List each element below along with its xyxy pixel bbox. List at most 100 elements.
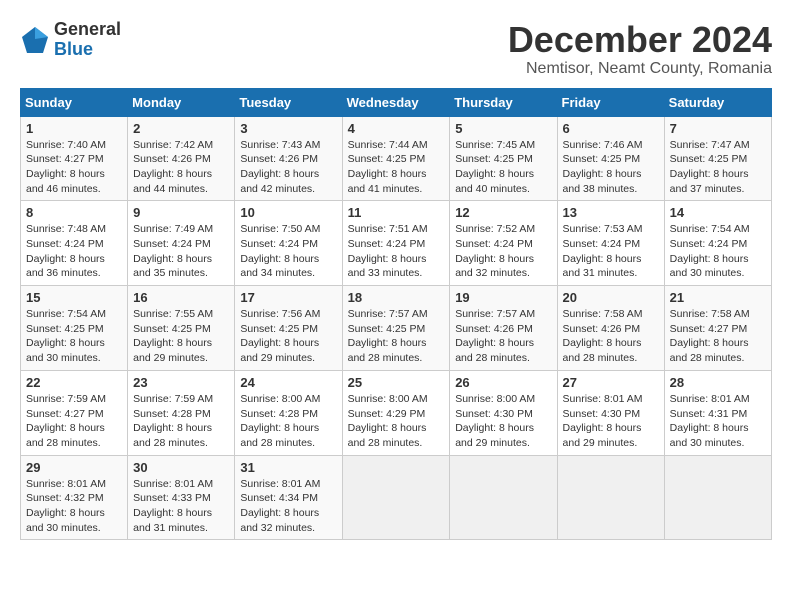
day-number: 31 [240, 460, 336, 475]
day-info: Sunrise: 7:51 AMSunset: 4:24 PMDaylight:… [348, 223, 428, 279]
day-info: Sunrise: 8:01 AMSunset: 4:31 PMDaylight:… [670, 393, 750, 449]
calendar-day-cell: 8 Sunrise: 7:48 AMSunset: 4:24 PMDayligh… [21, 201, 128, 286]
day-number: 28 [670, 375, 766, 390]
day-info: Sunrise: 8:01 AMSunset: 4:30 PMDaylight:… [563, 393, 643, 449]
calendar-day-cell [342, 455, 450, 540]
calendar-day-cell: 30 Sunrise: 8:01 AMSunset: 4:33 PMDaylig… [128, 455, 235, 540]
day-info: Sunrise: 7:54 AMSunset: 4:25 PMDaylight:… [26, 308, 106, 364]
day-number: 25 [348, 375, 445, 390]
day-number: 11 [348, 205, 445, 220]
day-info: Sunrise: 7:52 AMSunset: 4:24 PMDaylight:… [455, 223, 535, 279]
day-number: 2 [133, 121, 229, 136]
day-info: Sunrise: 7:49 AMSunset: 4:24 PMDaylight:… [133, 223, 213, 279]
calendar-day-cell: 14 Sunrise: 7:54 AMSunset: 4:24 PMDaylig… [664, 201, 771, 286]
day-info: Sunrise: 7:54 AMSunset: 4:24 PMDaylight:… [670, 223, 750, 279]
calendar-day-cell: 22 Sunrise: 7:59 AMSunset: 4:27 PMDaylig… [21, 370, 128, 455]
title-block: December 2024 Nemtisor, Neamt County, Ro… [508, 20, 772, 78]
day-info: Sunrise: 7:55 AMSunset: 4:25 PMDaylight:… [133, 308, 213, 364]
day-number: 3 [240, 121, 336, 136]
day-number: 6 [563, 121, 659, 136]
calendar-day-cell: 12 Sunrise: 7:52 AMSunset: 4:24 PMDaylig… [450, 201, 557, 286]
calendar-day-cell: 29 Sunrise: 8:01 AMSunset: 4:32 PMDaylig… [21, 455, 128, 540]
logo-blue-text: Blue [54, 40, 121, 60]
calendar-week-row: 22 Sunrise: 7:59 AMSunset: 4:27 PMDaylig… [21, 370, 772, 455]
day-info: Sunrise: 7:46 AMSunset: 4:25 PMDaylight:… [563, 139, 643, 195]
calendar-day-cell: 9 Sunrise: 7:49 AMSunset: 4:24 PMDayligh… [128, 201, 235, 286]
day-number: 4 [348, 121, 445, 136]
calendar-day-cell: 27 Sunrise: 8:01 AMSunset: 4:30 PMDaylig… [557, 370, 664, 455]
logo-general-text: General [54, 20, 121, 40]
calendar-day-cell: 18 Sunrise: 7:57 AMSunset: 4:25 PMDaylig… [342, 286, 450, 371]
month-title: December 2024 [508, 20, 772, 60]
day-info: Sunrise: 7:58 AMSunset: 4:27 PMDaylight:… [670, 308, 750, 364]
calendar-day-cell: 26 Sunrise: 8:00 AMSunset: 4:30 PMDaylig… [450, 370, 557, 455]
day-info: Sunrise: 7:59 AMSunset: 4:27 PMDaylight:… [26, 393, 106, 449]
day-number: 9 [133, 205, 229, 220]
calendar-week-row: 29 Sunrise: 8:01 AMSunset: 4:32 PMDaylig… [21, 455, 772, 540]
day-number: 29 [26, 460, 122, 475]
day-of-week-header: Thursday [450, 88, 557, 116]
calendar-week-row: 15 Sunrise: 7:54 AMSunset: 4:25 PMDaylig… [21, 286, 772, 371]
location-text: Nemtisor, Neamt County, Romania [508, 60, 772, 78]
day-info: Sunrise: 7:57 AMSunset: 4:26 PMDaylight:… [455, 308, 535, 364]
calendar-day-cell: 21 Sunrise: 7:58 AMSunset: 4:27 PMDaylig… [664, 286, 771, 371]
day-info: Sunrise: 8:00 AMSunset: 4:28 PMDaylight:… [240, 393, 320, 449]
day-of-week-header: Sunday [21, 88, 128, 116]
day-of-week-header: Tuesday [235, 88, 342, 116]
day-number: 30 [133, 460, 229, 475]
day-number: 22 [26, 375, 122, 390]
day-number: 21 [670, 290, 766, 305]
day-number: 8 [26, 205, 122, 220]
calendar-header-row: SundayMondayTuesdayWednesdayThursdayFrid… [21, 88, 772, 116]
day-of-week-header: Friday [557, 88, 664, 116]
day-of-week-header: Saturday [664, 88, 771, 116]
calendar-day-cell: 23 Sunrise: 7:59 AMSunset: 4:28 PMDaylig… [128, 370, 235, 455]
day-number: 20 [563, 290, 659, 305]
calendar-day-cell: 17 Sunrise: 7:56 AMSunset: 4:25 PMDaylig… [235, 286, 342, 371]
calendar-day-cell [450, 455, 557, 540]
logo: General Blue [20, 20, 121, 60]
day-number: 23 [133, 375, 229, 390]
calendar-day-cell: 20 Sunrise: 7:58 AMSunset: 4:26 PMDaylig… [557, 286, 664, 371]
calendar-week-row: 8 Sunrise: 7:48 AMSunset: 4:24 PMDayligh… [21, 201, 772, 286]
day-info: Sunrise: 7:40 AMSunset: 4:27 PMDaylight:… [26, 139, 106, 195]
day-number: 17 [240, 290, 336, 305]
day-number: 19 [455, 290, 551, 305]
calendar-day-cell [664, 455, 771, 540]
day-info: Sunrise: 7:57 AMSunset: 4:25 PMDaylight:… [348, 308, 428, 364]
day-number: 16 [133, 290, 229, 305]
day-number: 5 [455, 121, 551, 136]
calendar-day-cell [557, 455, 664, 540]
day-info: Sunrise: 7:43 AMSunset: 4:26 PMDaylight:… [240, 139, 320, 195]
day-number: 10 [240, 205, 336, 220]
day-info: Sunrise: 7:42 AMSunset: 4:26 PMDaylight:… [133, 139, 213, 195]
day-info: Sunrise: 7:59 AMSunset: 4:28 PMDaylight:… [133, 393, 213, 449]
day-of-week-header: Monday [128, 88, 235, 116]
day-info: Sunrise: 8:01 AMSunset: 4:34 PMDaylight:… [240, 478, 320, 534]
day-info: Sunrise: 8:00 AMSunset: 4:30 PMDaylight:… [455, 393, 535, 449]
day-number: 14 [670, 205, 766, 220]
calendar-day-cell: 31 Sunrise: 8:01 AMSunset: 4:34 PMDaylig… [235, 455, 342, 540]
day-info: Sunrise: 7:56 AMSunset: 4:25 PMDaylight:… [240, 308, 320, 364]
calendar-day-cell: 3 Sunrise: 7:43 AMSunset: 4:26 PMDayligh… [235, 116, 342, 201]
day-info: Sunrise: 8:00 AMSunset: 4:29 PMDaylight:… [348, 393, 428, 449]
day-number: 1 [26, 121, 122, 136]
calendar-table: SundayMondayTuesdayWednesdayThursdayFrid… [20, 88, 772, 541]
day-of-week-header: Wednesday [342, 88, 450, 116]
calendar-week-row: 1 Sunrise: 7:40 AMSunset: 4:27 PMDayligh… [21, 116, 772, 201]
day-info: Sunrise: 8:01 AMSunset: 4:33 PMDaylight:… [133, 478, 213, 534]
day-info: Sunrise: 8:01 AMSunset: 4:32 PMDaylight:… [26, 478, 106, 534]
day-number: 18 [348, 290, 445, 305]
day-number: 27 [563, 375, 659, 390]
day-info: Sunrise: 7:47 AMSunset: 4:25 PMDaylight:… [670, 139, 750, 195]
calendar-day-cell: 4 Sunrise: 7:44 AMSunset: 4:25 PMDayligh… [342, 116, 450, 201]
day-number: 7 [670, 121, 766, 136]
day-info: Sunrise: 7:44 AMSunset: 4:25 PMDaylight:… [348, 139, 428, 195]
calendar-day-cell: 11 Sunrise: 7:51 AMSunset: 4:24 PMDaylig… [342, 201, 450, 286]
day-number: 26 [455, 375, 551, 390]
calendar-day-cell: 13 Sunrise: 7:53 AMSunset: 4:24 PMDaylig… [557, 201, 664, 286]
day-info: Sunrise: 7:50 AMSunset: 4:24 PMDaylight:… [240, 223, 320, 279]
calendar-day-cell: 16 Sunrise: 7:55 AMSunset: 4:25 PMDaylig… [128, 286, 235, 371]
calendar-day-cell: 19 Sunrise: 7:57 AMSunset: 4:26 PMDaylig… [450, 286, 557, 371]
day-number: 12 [455, 205, 551, 220]
